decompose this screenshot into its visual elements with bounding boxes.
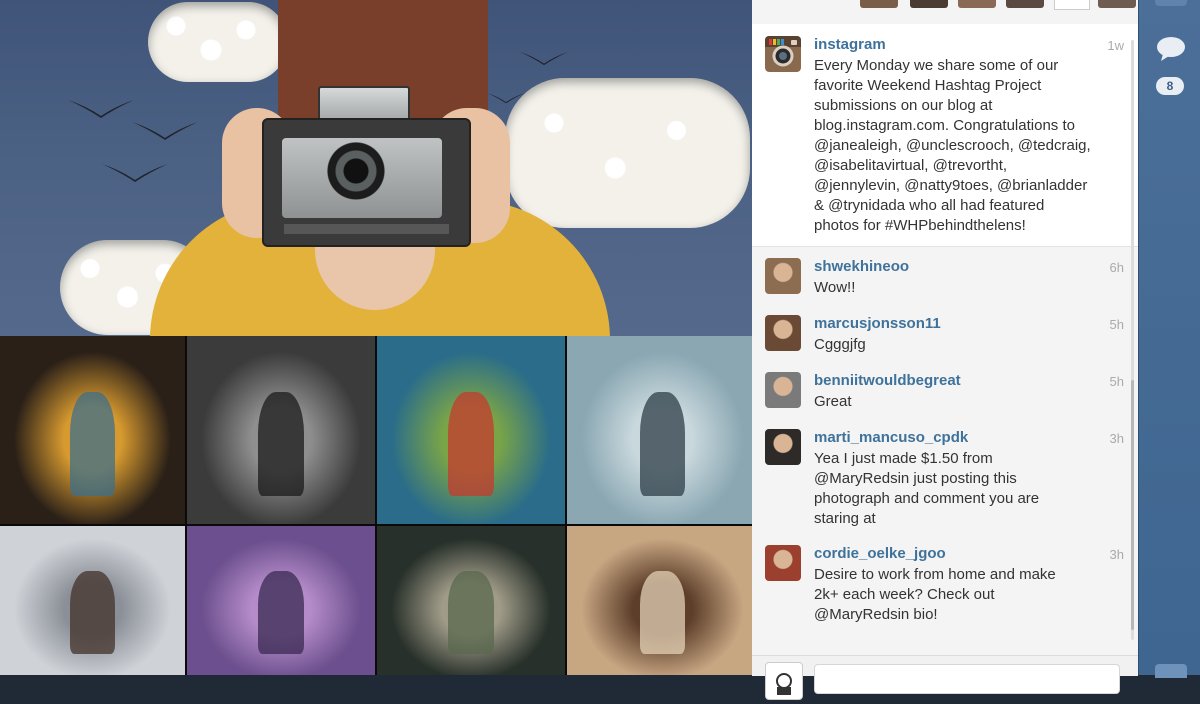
comment-username[interactable]: cordie_oelke_jgoo	[814, 545, 946, 562]
comment-time: 3h	[1109, 547, 1124, 562]
liker-thumbnail[interactable]	[860, 0, 898, 8]
comments-panel: instagram 1w Every Monday we share some …	[752, 0, 1138, 700]
photo-subject	[639, 571, 686, 655]
likes-strip	[752, 0, 1138, 25]
comment-text: Yea I just made $1.50 from @MaryRedsin j…	[814, 450, 1040, 527]
photo-grid	[0, 336, 752, 675]
purple-leaves-face-photo[interactable]	[187, 526, 375, 675]
snake-plant-photo[interactable]	[377, 336, 565, 524]
polaroid-camera	[262, 118, 471, 247]
photo-area	[0, 0, 752, 675]
caption-time: 1w	[1107, 38, 1124, 53]
scrollbar-thumb[interactable]	[1131, 380, 1134, 630]
photo-subject	[448, 392, 494, 496]
commenter-avatar[interactable]	[765, 545, 801, 581]
bird-decoration	[68, 100, 134, 118]
comment-time: 5h	[1109, 374, 1124, 389]
current-user-avatar	[765, 662, 803, 700]
bridge-jump-photo[interactable]	[567, 336, 752, 524]
commenter-avatar[interactable]	[765, 429, 801, 465]
comment-text: Great	[814, 393, 852, 410]
liker-thumbnail[interactable]	[1098, 0, 1136, 8]
snowy-road-photo[interactable]	[0, 526, 185, 675]
commenter-avatar[interactable]	[765, 315, 801, 351]
comment-text: Desire to work from home and make 2k+ ea…	[814, 566, 1056, 623]
speech-bubble-icon[interactable]	[1156, 36, 1186, 62]
right-rail: 8	[1138, 0, 1200, 678]
cloud-decoration	[148, 2, 288, 82]
rail-bottom-tab[interactable]	[1155, 664, 1187, 678]
rainy-window-photo[interactable]	[377, 526, 565, 675]
camera-label-strip	[284, 224, 449, 234]
photo-subject	[70, 392, 115, 496]
photo-subject	[258, 392, 304, 496]
commenter-avatar[interactable]	[765, 258, 801, 294]
comment-time: 5h	[1109, 317, 1124, 332]
photo-subject	[639, 392, 686, 496]
comment-username[interactable]: marcusjonsson11	[814, 315, 941, 332]
golden-figure-photo[interactable]	[0, 336, 185, 524]
featured-photo[interactable]	[0, 0, 752, 336]
caption-text: Every Monday we share some of our favori…	[814, 57, 1091, 234]
liker-thumbnail[interactable]	[1006, 0, 1044, 8]
comment-count-badge[interactable]: 8	[1156, 77, 1184, 95]
photo-subject	[70, 571, 115, 655]
rail-top-tab[interactable]	[1155, 0, 1187, 6]
comment-username[interactable]: benniitwouldbegreat	[814, 372, 961, 389]
liker-thumbnail[interactable]	[958, 0, 996, 8]
instagram-avatar-icon[interactable]	[765, 36, 801, 72]
comment-text: Wow!!	[814, 279, 856, 296]
comment-text: Cgggjfg	[814, 336, 866, 353]
antler-creature-photo[interactable]	[567, 526, 752, 675]
caption-username[interactable]: instagram	[814, 36, 886, 53]
comment-composer	[752, 655, 1138, 700]
comment-input[interactable]	[814, 664, 1120, 694]
comment-time: 6h	[1109, 260, 1124, 275]
commenter-avatar[interactable]	[765, 372, 801, 408]
comment-username[interactable]: shwekhineoo	[814, 258, 909, 275]
liker-thumbnail[interactable]	[910, 0, 948, 8]
bird-decoration	[132, 122, 198, 140]
bird-decoration	[102, 164, 168, 182]
comment-time: 3h	[1109, 431, 1124, 446]
cloud-decoration	[505, 78, 750, 228]
liker-thumbnail[interactable]	[1054, 0, 1090, 10]
bird-decoration	[519, 51, 569, 66]
comment-username[interactable]: marti_mancuso_cpdk	[814, 429, 968, 446]
photo-subject	[448, 571, 494, 655]
camera-lens	[327, 142, 385, 200]
bearded-man-owl-photo[interactable]	[187, 336, 375, 524]
post-caption: instagram 1w Every Monday we share some …	[752, 24, 1138, 247]
bird-decoration	[487, 93, 525, 104]
photo-subject	[258, 571, 304, 655]
